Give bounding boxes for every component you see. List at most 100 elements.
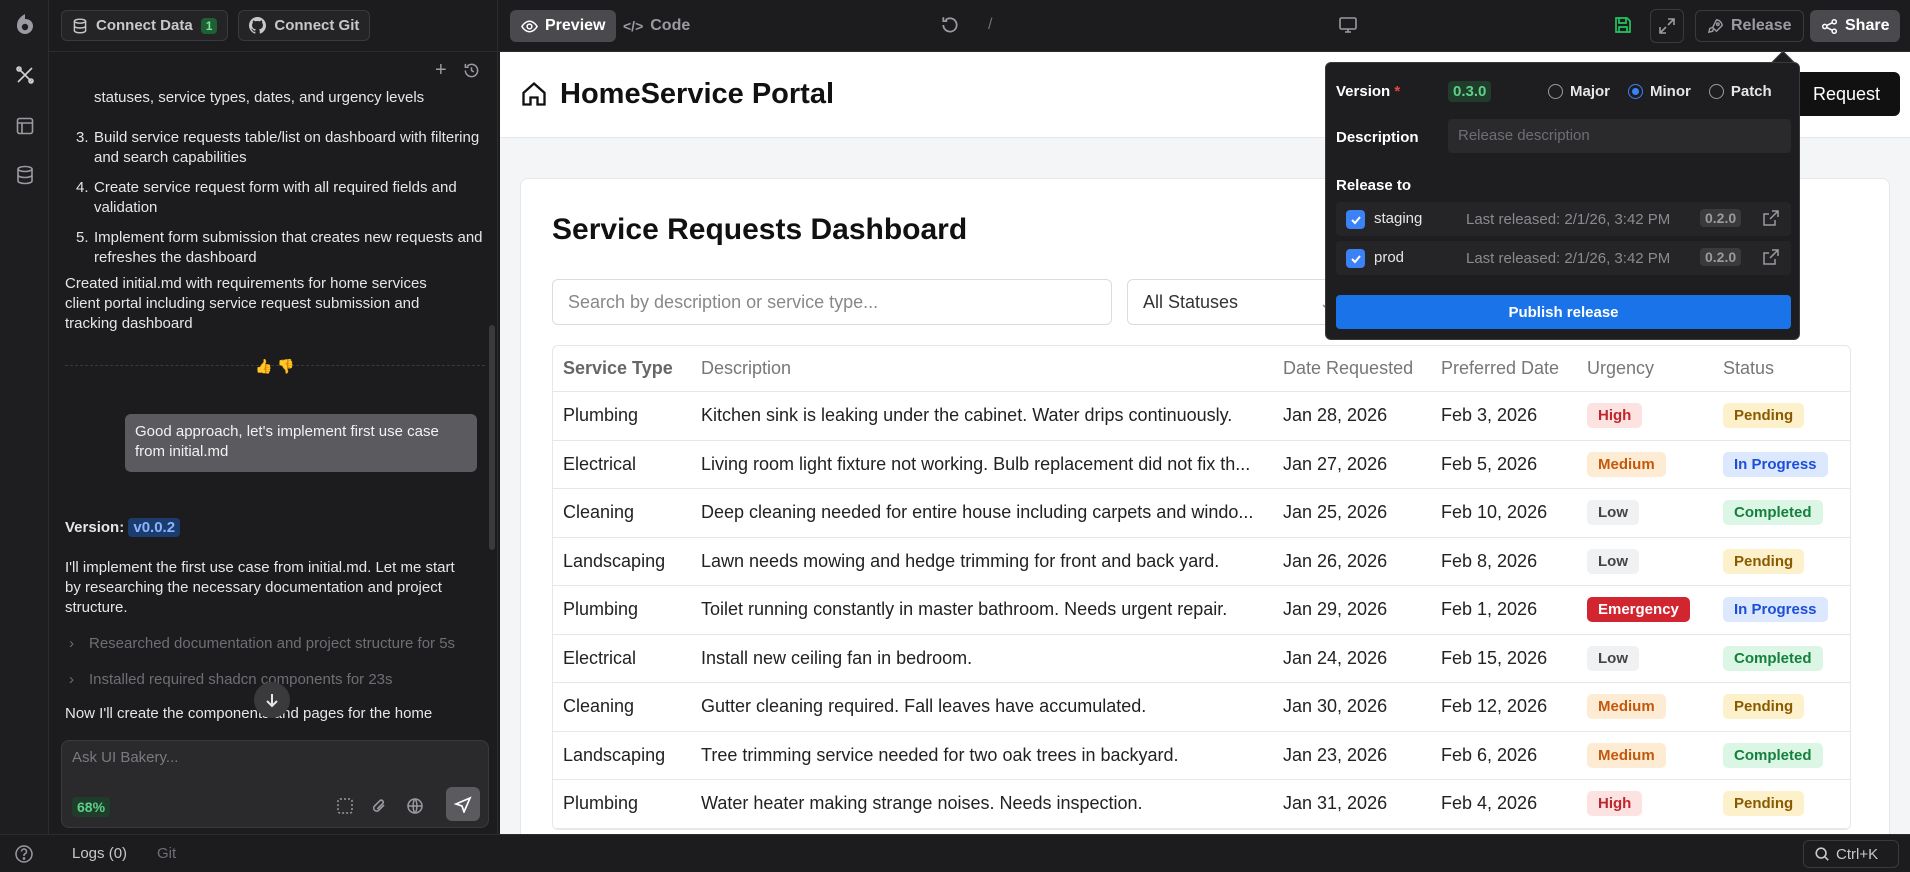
connect-git-button[interactable]: Connect Git [238,10,371,41]
tab-preview[interactable]: Preview [510,10,617,42]
cell-service-type: Cleaning [563,696,635,717]
thumbs-down-icon[interactable]: 👎 [277,356,294,376]
release-target-row[interactable]: prod Last released: 2/1/26, 3:42 PM 0.2.0 [1336,241,1791,275]
expand-button[interactable] [1650,9,1684,43]
scroll-down-button[interactable] [254,682,290,718]
tool-step-researched[interactable]: › Researched documentation and project s… [65,634,465,654]
table-row[interactable]: Landscaping Tree trimming service needed … [553,732,1850,780]
tool-step-label: Installed required shadcn components for… [89,671,393,688]
search-input[interactable]: Search by description or service type... [552,279,1112,325]
plan-step-number: 3. [76,129,89,146]
paperclip-icon[interactable] [370,797,388,820]
database-icon[interactable] [13,163,37,187]
layout-icon[interactable] [13,114,37,138]
status-badge: Pending [1723,403,1805,429]
share-button[interactable]: Share [1810,10,1901,42]
target-checkbox[interactable] [1346,210,1365,229]
table-row[interactable]: Electrical Living room light fixture not … [553,441,1850,489]
plus-icon[interactable]: + [435,60,447,80]
version-bump-option[interactable]: Patch [1708,83,1772,100]
tools-icon[interactable] [13,63,37,87]
cell-status: Completed [1723,635,1848,683]
urgency-badge: High [1587,791,1643,817]
version-bump-option[interactable]: Minor [1628,83,1691,100]
target-checkbox[interactable] [1346,249,1365,268]
refresh-icon[interactable] [940,15,960,40]
version-bump-label: Patch [1730,83,1772,100]
thumbs-up-icon[interactable]: 👍 [255,356,272,376]
cell-urgency: Low [1587,489,1717,537]
cell-service-type: Electrical [563,453,637,474]
cell-description: Gutter cleaning required. Fall leaves ha… [701,696,1147,717]
history-icon[interactable] [463,62,480,85]
logs-tab[interactable]: Logs (0) [72,845,127,862]
url-path-input[interactable]: / [980,12,1540,40]
table-row[interactable]: Landscaping Lawn needs mowing and hedge t… [553,538,1850,586]
version-label: Version: [65,519,125,536]
column-header[interactable]: Description [701,346,1267,391]
cell-preferred-date: Feb 3, 2026 [1441,405,1538,426]
save-icon[interactable] [1613,15,1633,40]
status-badge: In Progress [1723,597,1828,623]
command-palette-button[interactable]: Ctrl+K [1803,840,1899,868]
cell-service-type: Landscaping [563,550,666,571]
version-bump-label: Major [1570,83,1611,100]
table-row[interactable]: Cleaning Gutter cleaning required. Fall l… [553,683,1850,732]
status-badge: Completed [1723,645,1823,671]
external-link-icon[interactable] [1762,248,1780,270]
status-filter-select[interactable]: All Statuses ⌄ [1127,279,1347,325]
column-header[interactable]: Preferred Date [1441,346,1581,391]
radio-button[interactable] [1708,84,1724,99]
radio-button[interactable] [1628,84,1644,99]
chevron-right-icon: › [69,671,74,688]
desktop-icon[interactable] [1338,15,1358,40]
git-tab[interactable]: Git [157,845,176,862]
chat-input[interactable]: Ask UI Bakery... [72,749,178,766]
column-header[interactable]: Status [1723,346,1848,391]
select-element-icon[interactable] [336,797,354,820]
cell-date-requested: Jan 28, 2026 [1283,405,1388,426]
table-row[interactable]: Plumbing Toilet running constantly in mas… [553,586,1850,635]
cell-status: Completed [1723,732,1848,780]
database-icon [73,17,87,34]
connect-data-count: 1 [200,17,218,34]
shortcut-label: Ctrl+K [1836,845,1879,863]
urgency-badge: Low [1587,548,1639,574]
version-tag[interactable]: v0.0.2 [128,518,181,537]
table-row[interactable]: Cleaning Deep cleaning needed for entire … [553,489,1850,538]
table-row[interactable]: Plumbing Kitchen sink is leaking under th… [553,392,1850,441]
cell-date-requested: Jan 23, 2026 [1283,744,1388,765]
cell-date-requested: Jan 31, 2026 [1283,793,1388,814]
help-icon[interactable] [14,844,34,868]
plan-step-text: Create service request form with all req… [94,179,457,216]
chat-input-box[interactable]: Ask UI Bakery... 68% [61,740,489,828]
plan-step: 4. Create service request form with all r… [76,178,484,218]
table-row[interactable]: Electrical Install new ceiling fan in bed… [553,635,1850,683]
description-input[interactable]: Release description [1448,119,1791,153]
column-header[interactable]: Service Type [563,346,693,391]
chat-scrollbar[interactable] [489,325,495,550]
column-header[interactable]: Date Requested [1283,346,1433,391]
publish-release-button[interactable]: Publish release [1336,295,1791,329]
tab-code[interactable]: </> Code [612,10,701,42]
target-version-badge: 0.2.0 [1700,209,1742,227]
connect-data-button[interactable]: Connect Data 1 [61,10,229,41]
external-link-icon[interactable] [1762,209,1780,231]
assistant-message: Created initial.md with requirements for… [65,275,427,332]
globe-icon[interactable] [406,797,424,820]
version-bump-option[interactable]: Major [1548,83,1610,100]
share-icon [1821,18,1838,34]
radio-button[interactable] [1548,84,1563,99]
release-button[interactable]: Release [1695,10,1804,42]
table-row[interactable]: Plumbing Water heater making strange nois… [553,780,1850,829]
target-last-released: Last released: 2/1/26, 3:42 PM [1466,250,1671,267]
status-badge: Pending [1723,548,1805,574]
target-name: prod [1374,249,1405,266]
cell-urgency: Medium [1587,683,1717,731]
chevron-right-icon: › [69,635,74,652]
chat-messages: + statuses, service types, dates, and ur… [49,52,498,722]
release-target-row[interactable]: staging Last released: 2/1/26, 3:42 PM 0.2… [1336,202,1791,236]
column-header[interactable]: Urgency [1587,346,1717,391]
send-button[interactable] [446,787,480,821]
cell-preferred-date: Feb 6, 2026 [1441,744,1538,765]
